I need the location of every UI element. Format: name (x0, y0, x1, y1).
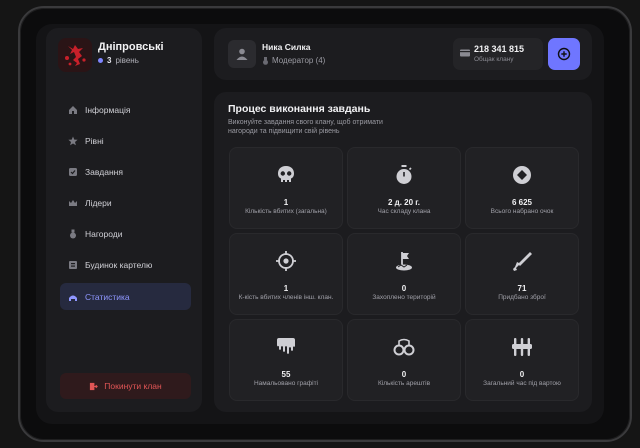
sidebar-item-label: Інформація (85, 104, 131, 115)
stat-value: 1 (283, 284, 289, 293)
user-role-text: Модератор (4) (272, 56, 326, 65)
balance-label: Общак клану (474, 56, 514, 63)
stat-value: 1 (283, 198, 289, 207)
sidebar-item-leaders[interactable]: Лідери (60, 190, 191, 217)
user-icon (236, 48, 248, 60)
sidebar-item-label: Лідери (85, 198, 112, 209)
stat-label: К-кість вбитих членів інш. клан. (238, 294, 334, 301)
stopwatch-icon (396, 165, 412, 184)
flag-icon (396, 252, 412, 271)
house-icon (69, 105, 77, 114)
stat-label: Всього набрано очок (490, 208, 554, 215)
sidebar-item-info[interactable]: Інформація (60, 96, 191, 123)
sidebar-item-levels[interactable]: Рівні (60, 127, 191, 154)
leave-clan-button[interactable]: Покинути клан (60, 373, 191, 399)
stat-tile-enemy-kills: 1 К-кість вбитих членів інш. клан. (229, 233, 343, 315)
stat-value: 0 (519, 370, 525, 379)
crosshair-icon (276, 251, 296, 271)
stat-tile-territories: 0 Захоплено територій (347, 233, 461, 315)
stat-value: 71 (517, 284, 527, 293)
sidebar-item-label: Завдання (85, 166, 123, 177)
checklist-icon (69, 167, 77, 176)
sidebar-item-statistics[interactable]: Статистика (60, 283, 191, 311)
medal-icon (263, 56, 268, 65)
page-title: Процес виконання завдань (228, 103, 371, 115)
clan-logo (58, 38, 92, 72)
building-icon (69, 261, 77, 270)
rifle-icon (513, 252, 532, 271)
sidebar-item-label: Статистика (85, 291, 130, 302)
chart-icon (69, 295, 77, 301)
stat-tile-arrests: 0 Кількість арештів (347, 319, 461, 401)
stat-value: 55 (281, 370, 291, 379)
clan-name: Дніпровські (98, 41, 164, 53)
level-dot-icon (98, 58, 103, 63)
stat-value: 6 625 (511, 198, 533, 207)
stat-label: Намальовано графіті (253, 380, 318, 387)
avatar[interactable] (228, 40, 256, 68)
stat-label: Час складу клана (377, 208, 431, 215)
leave-clan-label: Покинути клан (104, 381, 162, 391)
stat-label: Загальний час під вартою (483, 380, 561, 387)
user-role: Модератор (4) (262, 56, 325, 65)
sidebar-item-label: Рівні (85, 135, 104, 146)
plus-circle-icon (557, 47, 571, 61)
star-icon (68, 136, 78, 145)
stat-label: Кількість арештів (377, 380, 431, 387)
crown-icon (69, 200, 77, 207)
user-name: Ника Силка (262, 42, 311, 52)
sidebar-nav: Інформація Рівні Завдання Лідери Нагород… (60, 96, 191, 314)
stat-tile-custody-time: 0 Загальний час під вартою (465, 319, 579, 401)
stat-value: 2 д. 20 г. (387, 198, 421, 207)
skull-icon (278, 166, 294, 182)
stat-tile-time: 2 д. 20 г. Час складу клана (347, 147, 461, 229)
paint-icon (277, 338, 295, 354)
diamond-icon (513, 166, 531, 184)
sidebar-item-label: Нагороди (85, 229, 123, 240)
handcuffs-icon (393, 338, 415, 356)
stat-label: Захоплено територій (372, 294, 436, 301)
sidebar-item-tasks[interactable]: Завдання (60, 158, 191, 185)
clan-level-word: рівень (115, 56, 139, 65)
stat-tile-weapons: 71 Придбано зброї (465, 233, 579, 315)
medal-icon (70, 229, 76, 239)
clan-balance: 218 341 815 Общак клану (453, 38, 543, 70)
stat-label: Кількість вбитих (загальна) (245, 208, 327, 215)
stat-value: 0 (401, 370, 407, 379)
exit-icon (90, 382, 99, 390)
sidebar-item-label: Будинок картелю (85, 260, 153, 271)
stat-tile-kills: 1 Кількість вбитих (загальна) (229, 147, 343, 229)
clan-level: 3 рівень (98, 56, 139, 65)
sidebar-item-rewards[interactable]: Нагороди (60, 221, 191, 248)
stat-value: 0 (401, 284, 407, 293)
stat-label: Придбано зброї (498, 294, 546, 301)
add-funds-button[interactable] (548, 38, 580, 70)
stat-tile-graffiti: 55 Намальовано графіті (229, 319, 343, 401)
clan-level-number: 3 (107, 56, 112, 65)
stat-tile-points: 6 625 Всього набрано очок (465, 147, 579, 229)
wallet-icon (460, 49, 470, 57)
balance-value: 218 341 815 (474, 44, 525, 54)
sidebar-item-cartel-house[interactable]: Будинок картелю (60, 252, 191, 279)
prison-icon (512, 338, 532, 356)
page-description: Виконуйте завдання свого клану, щоб отри… (228, 119, 383, 135)
